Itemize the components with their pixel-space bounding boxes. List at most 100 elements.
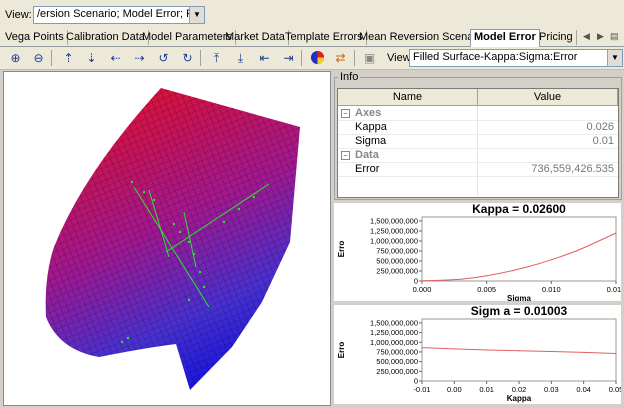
rotate-y-left-icon[interactable]: ⇠ (107, 50, 124, 66)
y-tick-label: 750,000,000 (376, 247, 418, 256)
column-header-name[interactable]: Name (338, 89, 478, 106)
y-tick-label: 1,250,000,000 (370, 227, 418, 236)
x-tick-label: 0.00 (447, 385, 462, 394)
color-palette-icon[interactable] (309, 50, 326, 66)
y-axis-label: Erro (337, 241, 346, 258)
data-point (602, 238, 604, 240)
y-tick-label: 750,000,000 (376, 347, 418, 356)
collapse-icon[interactable]: − (341, 109, 350, 118)
y-tick-label: 1,000,000,000 (370, 237, 418, 246)
y-tick-label: 250,000,000 (376, 367, 418, 376)
plot-area (421, 318, 617, 382)
x-axis-label: Kappa (507, 394, 532, 403)
rotate-x-up-icon[interactable]: ⇡ (60, 50, 77, 66)
y-tick-label: 1,500,000,000 (370, 318, 418, 327)
data-point (421, 280, 423, 282)
view-select[interactable]: /ersion Scenario; Model Error; Pricing ▼ (33, 6, 205, 24)
data-point (486, 349, 488, 351)
table-row[interactable]: Sigma 0.01 (338, 134, 618, 149)
chevron-down-icon[interactable]: ▼ (189, 7, 204, 23)
chevron-down-icon[interactable]: ▼ (607, 50, 622, 66)
tab-pricing[interactable]: Pricing (536, 30, 577, 45)
data-point (524, 266, 527, 268)
data-point (537, 263, 539, 265)
rotate-x-down-icon[interactable]: ⇣ (83, 50, 100, 66)
y-tick-label: 1,500,000,000 (370, 217, 418, 226)
table-row[interactable]: Kappa 0.026 (338, 120, 618, 135)
data-point (550, 350, 552, 353)
rotate-z-ccw-icon[interactable]: ↺ (155, 50, 172, 66)
data-point (518, 350, 520, 352)
chart-title: Sigm a = 0.01003 (471, 305, 568, 318)
tab-scroll-right-icon[interactable]: ▶ (597, 31, 604, 42)
collapse-icon[interactable]: − (341, 151, 350, 160)
data-point (460, 278, 462, 280)
info-title: Info (338, 71, 361, 83)
x-tick-label: 0.02 (512, 385, 527, 394)
table-row[interactable]: Error 736,559,426.535 (338, 162, 618, 177)
refresh-icon[interactable]: ⇄ (332, 50, 349, 66)
tab-calibration-data[interactable]: Calibration Data (63, 30, 149, 45)
data-point (453, 348, 455, 350)
zoom-in-icon[interactable]: ⊕ (7, 50, 24, 66)
x-tick-label: -0.01 (413, 385, 430, 394)
data-point (473, 277, 475, 279)
x-tick-label: 0.010 (542, 285, 561, 294)
column-header-value[interactable]: Value (478, 89, 618, 106)
y-axis-label: Erro (337, 342, 346, 359)
view-select-value: /ersion Scenario; Model Error; Pricing (37, 8, 205, 20)
data-point (563, 254, 565, 256)
data-point (589, 244, 591, 246)
data-point (486, 275, 488, 277)
move-right-icon[interactable]: ⇥ (280, 50, 297, 66)
plot-view-select[interactable]: Filled Surface-Kappa:Sigma:Error ▼ (409, 49, 623, 67)
data-point (421, 347, 423, 349)
rotate-z-cw-icon[interactable]: ↻ (179, 50, 196, 66)
data-point (615, 352, 617, 355)
plot-area (421, 216, 617, 282)
data-point (434, 279, 436, 282)
data-point (550, 259, 552, 261)
x-tick-label: 0.005 (477, 285, 496, 294)
surface-plot-3d[interactable] (3, 71, 331, 406)
x-tick-label: 0.015 (607, 285, 621, 294)
tab-scroll-left-icon[interactable]: ◀ (583, 31, 590, 42)
move-down-icon[interactable]: ⤓ (232, 50, 249, 66)
y-tick-label: 250,000,000 (376, 267, 418, 276)
y-tick-label: 1,250,000,000 (370, 328, 418, 337)
move-up-icon[interactable]: ⤒ (208, 50, 225, 66)
data-point (499, 272, 501, 274)
move-left-icon[interactable]: ⇤ (256, 50, 273, 66)
data-point (576, 250, 578, 252)
view-label: View: (5, 9, 32, 21)
group-row-data[interactable]: − Data (338, 148, 618, 163)
x-axis-label: Sigma (507, 294, 532, 301)
y-tick-label: 500,000,000 (376, 357, 418, 366)
group-row-axes[interactable]: − Axes (338, 106, 618, 121)
tab-vega-points[interactable]: Vega Points (2, 30, 68, 45)
tab-model-error[interactable]: Model Error (470, 29, 540, 47)
tab-list-icon[interactable]: ▤ (610, 31, 619, 42)
data-point (511, 270, 514, 272)
camera-icon[interactable]: ▣ (361, 50, 378, 66)
rotate-y-right-icon[interactable]: ⇢ (131, 50, 148, 66)
x-tick-label: 0.05 (609, 385, 621, 394)
plot-view-label: View (387, 52, 411, 64)
zoom-out-icon[interactable]: ⊖ (30, 50, 47, 66)
tab-market-data[interactable]: Market Data (222, 30, 289, 45)
tab-bar: Vega Points Calibration Data Model Param… (0, 29, 624, 47)
x-tick-label: 0.03 (544, 385, 559, 394)
chart-title: Kappa = 0.02600 (472, 203, 566, 216)
y-tick-label: 1,000,000,000 (370, 338, 418, 347)
data-point (583, 351, 585, 353)
x-tick-label: 0.04 (576, 385, 591, 394)
y-tick-label: 500,000,000 (376, 257, 418, 266)
view-bar: View: /ersion Scenario; Model Error; Pri… (0, 0, 624, 30)
x-tick-label: 0.000 (413, 285, 432, 294)
x-tick-label: 0.01 (479, 385, 494, 394)
data-point (615, 232, 617, 234)
tab-template-errors[interactable]: Template Errors (282, 30, 367, 45)
data-point (447, 279, 449, 281)
info-property-grid[interactable]: Name Value − Axes Kappa 0.026 Sigma 0.01 −… (337, 88, 619, 198)
kappa-slice-chart: Kappa = 0.02600 0 250,000,000 500,000,000 75… (334, 202, 624, 303)
